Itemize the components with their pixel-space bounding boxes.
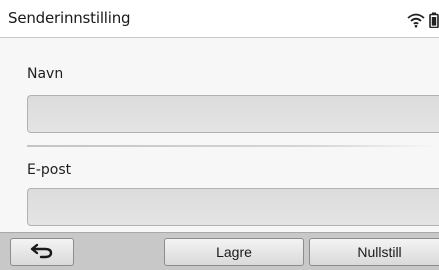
wifi-icon	[407, 12, 425, 28]
name-label: Navn	[27, 66, 64, 82]
divider	[27, 145, 439, 147]
bottom-toolbar: Lagre Nullstill	[0, 232, 439, 270]
title-bar: Senderinnstilling	[0, 0, 439, 38]
status-icons	[407, 11, 439, 29]
form-area: Navn E-post	[0, 38, 439, 232]
reset-button[interactable]: Nullstill	[309, 238, 439, 266]
email-label: E-post	[27, 162, 72, 178]
page-title: Senderinnstilling	[8, 9, 131, 27]
back-button[interactable]	[10, 238, 74, 266]
name-field[interactable]	[27, 95, 439, 133]
save-button[interactable]: Lagre	[164, 238, 304, 266]
email-field[interactable]	[27, 188, 439, 226]
back-arrow-icon	[30, 243, 54, 262]
battery-icon	[429, 12, 439, 28]
